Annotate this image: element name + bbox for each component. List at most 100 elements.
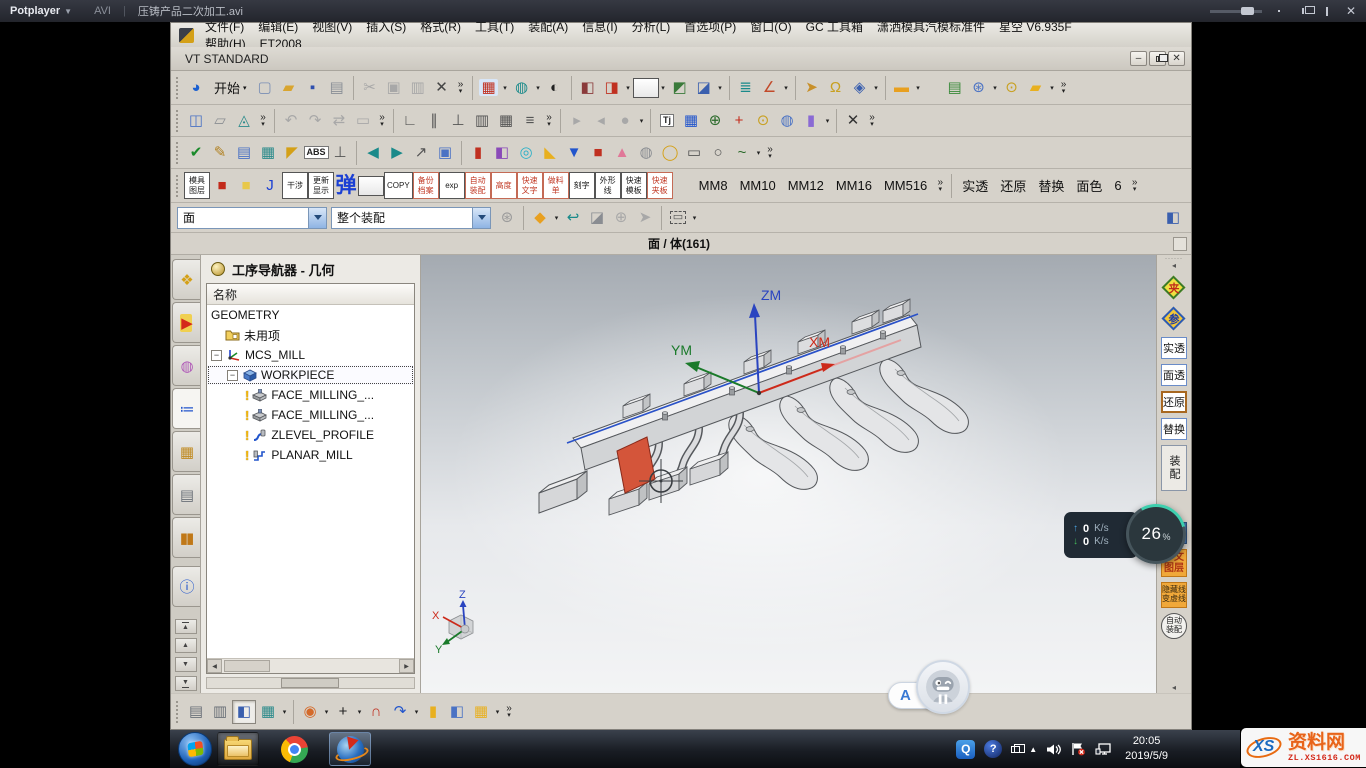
quick-text-button[interactable]: 快速文字 <box>517 172 543 199</box>
quick-clamp-button[interactable]: 快速夹板 <box>647 172 673 199</box>
perp-icon[interactable]: ⊥ <box>328 141 352 165</box>
swap-icon[interactable]: ⇄ <box>327 109 351 133</box>
row3-overflow[interactable]: »▾ <box>763 145 777 160</box>
type-filter-dropdown-icon[interactable] <box>308 208 326 228</box>
material-list-button[interactable]: 做料单 <box>543 172 569 199</box>
constraint-fwd-icon[interactable]: ▸ <box>565 109 589 133</box>
scroll-up-button[interactable]: ▲ <box>175 638 197 653</box>
assembly-vertical-button[interactable]: 装配 <box>1161 445 1187 491</box>
column-header-name[interactable]: 名称 <box>207 284 414 305</box>
operation-navigator-tab[interactable]: ≔ <box>172 388 200 429</box>
frame-icon[interactable]: ▭ <box>351 109 375 133</box>
align-mesh-icon[interactable]: ▦ <box>494 109 518 133</box>
scope-combobox[interactable]: 整个装配 <box>331 207 491 229</box>
backup-files-button[interactable]: 备份档案 <box>413 172 439 199</box>
arc-icon[interactable]: ∩ <box>364 700 388 724</box>
auto-assembly-oval-button[interactable]: 自动装配 <box>1161 613 1187 639</box>
assembly-cube-icon[interactable]: ◧ <box>1161 206 1185 230</box>
redo-icon[interactable]: ↷ <box>303 109 327 133</box>
geometry-view-icon[interactable]: ◧ <box>232 700 256 724</box>
assistant-widget[interactable]: A <box>888 660 970 718</box>
target-icon[interactable]: ⊕ <box>703 109 727 133</box>
tools-dropdown[interactable]: ▾ <box>823 117 832 125</box>
transform-icon[interactable]: ▱ <box>208 109 232 133</box>
abs-coord-icon[interactable]: ABS <box>304 141 328 165</box>
snap-dropdown[interactable]: ▾ <box>552 214 561 222</box>
navigate-dropdown[interactable]: ▾ <box>872 84 881 92</box>
update-display-button[interactable]: 更新显示 <box>308 172 334 199</box>
solid-dropdown[interactable]: ▾ <box>493 708 502 716</box>
plus-point-icon[interactable]: + <box>727 109 751 133</box>
align-list-icon[interactable]: ≡ <box>518 109 542 133</box>
cancel-icon[interactable]: ✕ <box>841 109 865 133</box>
clamp-diamond-button[interactable]: 夹 <box>1161 275 1187 301</box>
scroll-left-icon[interactable]: ◀ <box>207 659 222 673</box>
view-triad[interactable]: Z Y X <box>432 589 473 656</box>
key-icon[interactable]: Ω <box>824 76 848 100</box>
scope-dropdown-icon[interactable] <box>472 208 490 228</box>
filter-blue-icon[interactable]: ▼ <box>562 141 586 165</box>
grid-tool-icon[interactable]: ▦ <box>679 109 703 133</box>
taskbar-clock[interactable]: 20:05 2019/5/9 <box>1125 734 1168 764</box>
copy-icon[interactable]: ▣ <box>382 76 406 100</box>
player-close-button[interactable]: ✕ <box>1344 5 1358 17</box>
corner-flag-icon[interactable]: ◤ <box>280 141 304 165</box>
mm8-button[interactable]: MM8 <box>693 178 734 193</box>
ruler-icon[interactable]: ▬ <box>890 76 914 100</box>
nx-minimize-button[interactable]: – <box>1130 51 1147 66</box>
collapse-icon[interactable]: − <box>227 370 238 381</box>
curve-icon[interactable]: ↷ <box>388 700 412 724</box>
ball-curve-dropdown[interactable]: ▾ <box>322 708 331 716</box>
print-icon[interactable]: ▤ <box>325 76 349 100</box>
outline-button[interactable]: 外形线 <box>595 172 621 199</box>
tree-horizontal-scrollbar[interactable]: ◀ ▶ <box>207 658 414 673</box>
eject-char-icon[interactable]: 弹 <box>334 174 358 198</box>
align-parallel-icon[interactable]: ∥ <box>422 109 446 133</box>
column-red-icon[interactable]: ▮ <box>466 141 490 165</box>
machine-tool-navigator-tab[interactable]: ▦ <box>172 431 200 472</box>
red-solid-icon[interactable]: ■ <box>210 174 234 198</box>
standard-toolbar-overflow[interactable]: »▾ <box>1057 80 1071 95</box>
scroll-down-button[interactable]: ▼ <box>175 657 197 672</box>
start-menu-button[interactable]: 开始▾ <box>208 78 253 97</box>
point-icon[interactable]: + <box>331 700 355 724</box>
assembly-navigator-tab[interactable]: ❖ <box>172 259 200 300</box>
taskbar-nx-button[interactable] <box>329 732 371 766</box>
constraint-dropdown[interactable]: ▾ <box>637 117 646 125</box>
machine-tool-view-icon[interactable]: ▥ <box>208 700 232 724</box>
rect-icon[interactable]: ▭ <box>682 141 706 165</box>
sphere-cyan-icon[interactable]: ◎ <box>514 141 538 165</box>
tree-row-mcs-mill[interactable]: − MCS_MILL <box>207 345 414 365</box>
taskbar-chrome-button[interactable] <box>273 732 315 766</box>
screen-layout-icon[interactable]: ▦ <box>477 76 501 100</box>
restore-button[interactable]: 还原 <box>1161 391 1187 413</box>
reference-diamond-button[interactable]: 参 <box>1161 306 1187 332</box>
program-order-view-icon[interactable]: ▤ <box>184 700 208 724</box>
blue-j-icon[interactable]: J <box>258 174 282 198</box>
yellow-solid-icon[interactable]: ■ <box>234 174 258 198</box>
probe-icon[interactable]: ➤ <box>633 206 657 230</box>
paste-icon[interactable]: ▥ <box>406 76 430 100</box>
rect-select-dropdown[interactable]: ▾ <box>690 214 699 222</box>
network-tray-icon[interactable] <box>1095 742 1112 756</box>
forward-view-icon[interactable]: ▶ <box>385 141 409 165</box>
cut-icon[interactable]: ✂ <box>358 76 382 100</box>
tree-row-zlevel-profile[interactable]: ! ZLEVEL_PROFILE <box>207 425 414 445</box>
viewport-3d[interactable]: ZM YM XM <box>421 255 1156 685</box>
cylinder-icon[interactable]: ▮ <box>421 700 445 724</box>
csys-icon[interactable]: ∠ <box>758 76 782 100</box>
background-style-swatch[interactable] <box>633 78 659 98</box>
nx-close-button[interactable]: ✕ <box>1168 51 1185 66</box>
potplayer-menu-button[interactable]: Potplayer <box>10 5 60 17</box>
volume-tray-icon[interactable] <box>1046 743 1061 756</box>
player-restore-button[interactable] <box>1296 5 1310 17</box>
hidden-line-dashed-button[interactable]: 隐藏线变虚线 <box>1161 582 1187 608</box>
file-toolbar-overflow[interactable]: »▾ <box>454 80 468 95</box>
orient-view-icon[interactable]: ◩ <box>668 76 692 100</box>
shaded-view-icon[interactable]: ◨ <box>600 76 624 100</box>
scroll-first-button[interactable]: ▲ <box>175 619 197 634</box>
replace-button[interactable]: 替换 <box>1032 176 1070 195</box>
tool-view-icon[interactable]: ▦ <box>256 700 280 724</box>
copy-tool-button[interactable]: COPY <box>384 172 413 199</box>
qq-tray-icon[interactable]: Q <box>956 740 975 759</box>
